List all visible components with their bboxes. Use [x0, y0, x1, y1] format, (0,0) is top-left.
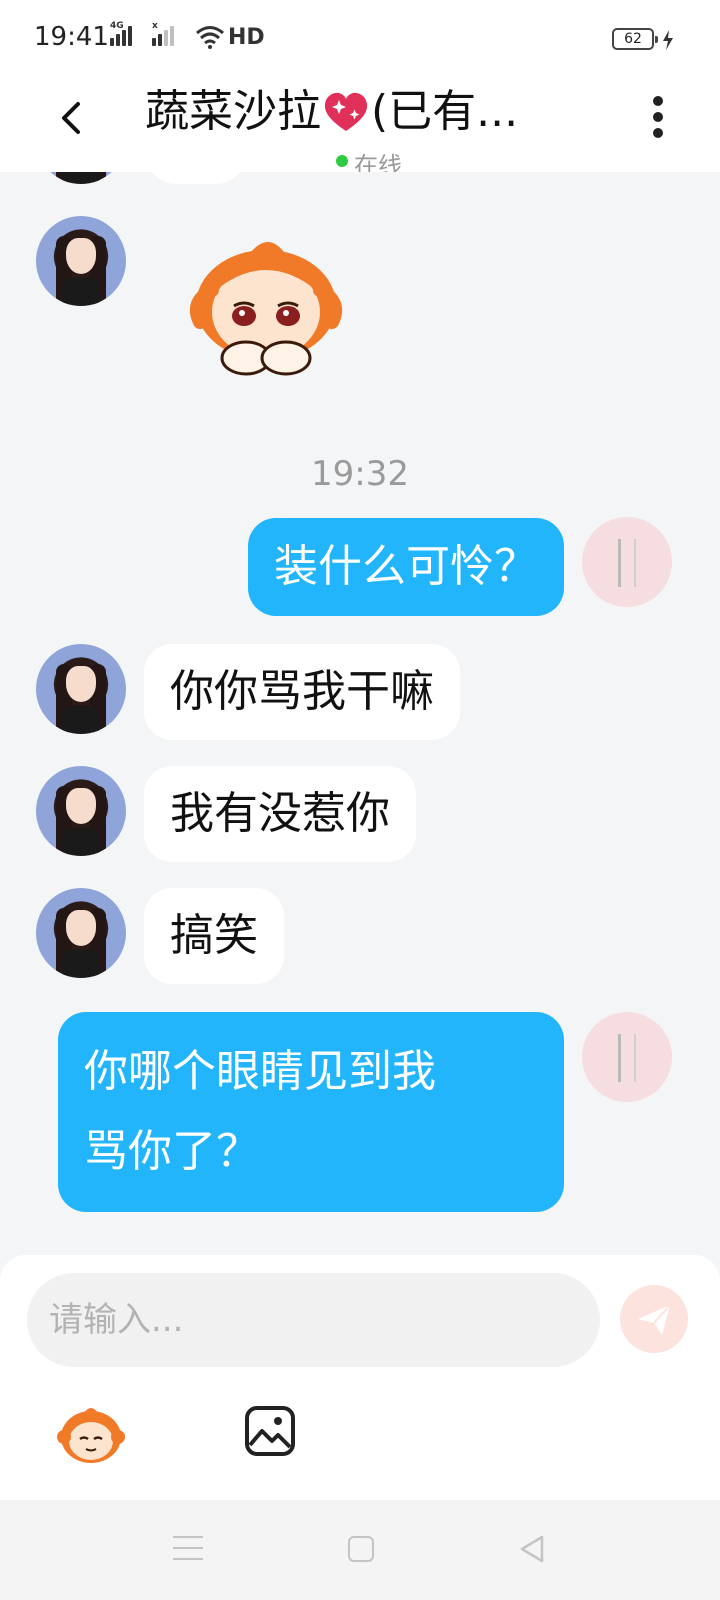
image-icon[interactable] [244, 1405, 296, 1457]
chat-header: 蔬菜沙拉 (已有... 在线 [0, 80, 720, 172]
home-button[interactable] [348, 1536, 374, 1562]
message-bubble-incoming[interactable]: 你你骂我干嘛 [144, 644, 460, 740]
back-icon[interactable] [56, 98, 86, 138]
battery-icon: 62 [612, 28, 658, 50]
heart-icon [324, 92, 368, 131]
contact-avatar[interactable] [36, 644, 126, 734]
status-time: 19:41 [34, 22, 109, 52]
message-bubble-incoming[interactable]: 搞笑 [144, 888, 284, 984]
chat-title: 蔬菜沙拉 (已有... [145, 84, 605, 140]
nav-back-icon[interactable] [518, 1534, 546, 1564]
online-dot [336, 155, 348, 167]
message-line: 你哪个眼睛见到我 [84, 1046, 436, 1097]
emoji-icon[interactable] [56, 1403, 126, 1465]
message-timestamp: 19:32 [311, 454, 409, 494]
message-bubble-outgoing[interactable]: 装什么可怜？ [248, 518, 564, 616]
hd-indicator: HD [228, 25, 265, 50]
message-bubble-incoming[interactable]: 我有没惹你 [144, 766, 416, 862]
send-button[interactable] [620, 1285, 688, 1353]
cell-signal-icon: 4G [110, 21, 132, 46]
send-icon [638, 1304, 671, 1335]
contact-avatar[interactable] [36, 888, 126, 978]
status-bar: 19:41 4G x HD 62 [0, 0, 720, 80]
cell-signal-2-icon: x [152, 21, 174, 46]
my-avatar[interactable] [582, 1012, 672, 1102]
chat-title-suffix: (已有... [371, 86, 519, 137]
message-input[interactable] [27, 1273, 600, 1367]
charging-bolt-icon [663, 30, 673, 50]
message-list[interactable]: 19:32 装什么可怜？ 你你骂我干嘛 我有没惹你 搞笑 你哪个眼睛见到我 骂你… [0, 150, 720, 1250]
message-line: 骂你了？ [84, 1126, 260, 1177]
my-avatar[interactable] [582, 517, 672, 607]
sticker-crying-character[interactable] [176, 230, 356, 390]
system-nav-bar [0, 1500, 720, 1600]
more-icon[interactable] [653, 96, 665, 140]
contact-avatar[interactable] [36, 766, 126, 856]
online-status: 在线 [336, 146, 402, 172]
message-bubble-outgoing[interactable]: 你哪个眼睛见到我 骂你了？ [58, 1012, 564, 1212]
recent-apps-button[interactable] [173, 1536, 203, 1562]
wifi-icon [196, 26, 224, 49]
chat-title-name: 蔬菜沙拉 [145, 86, 321, 137]
input-panel [0, 1255, 720, 1500]
contact-avatar[interactable] [36, 216, 126, 306]
